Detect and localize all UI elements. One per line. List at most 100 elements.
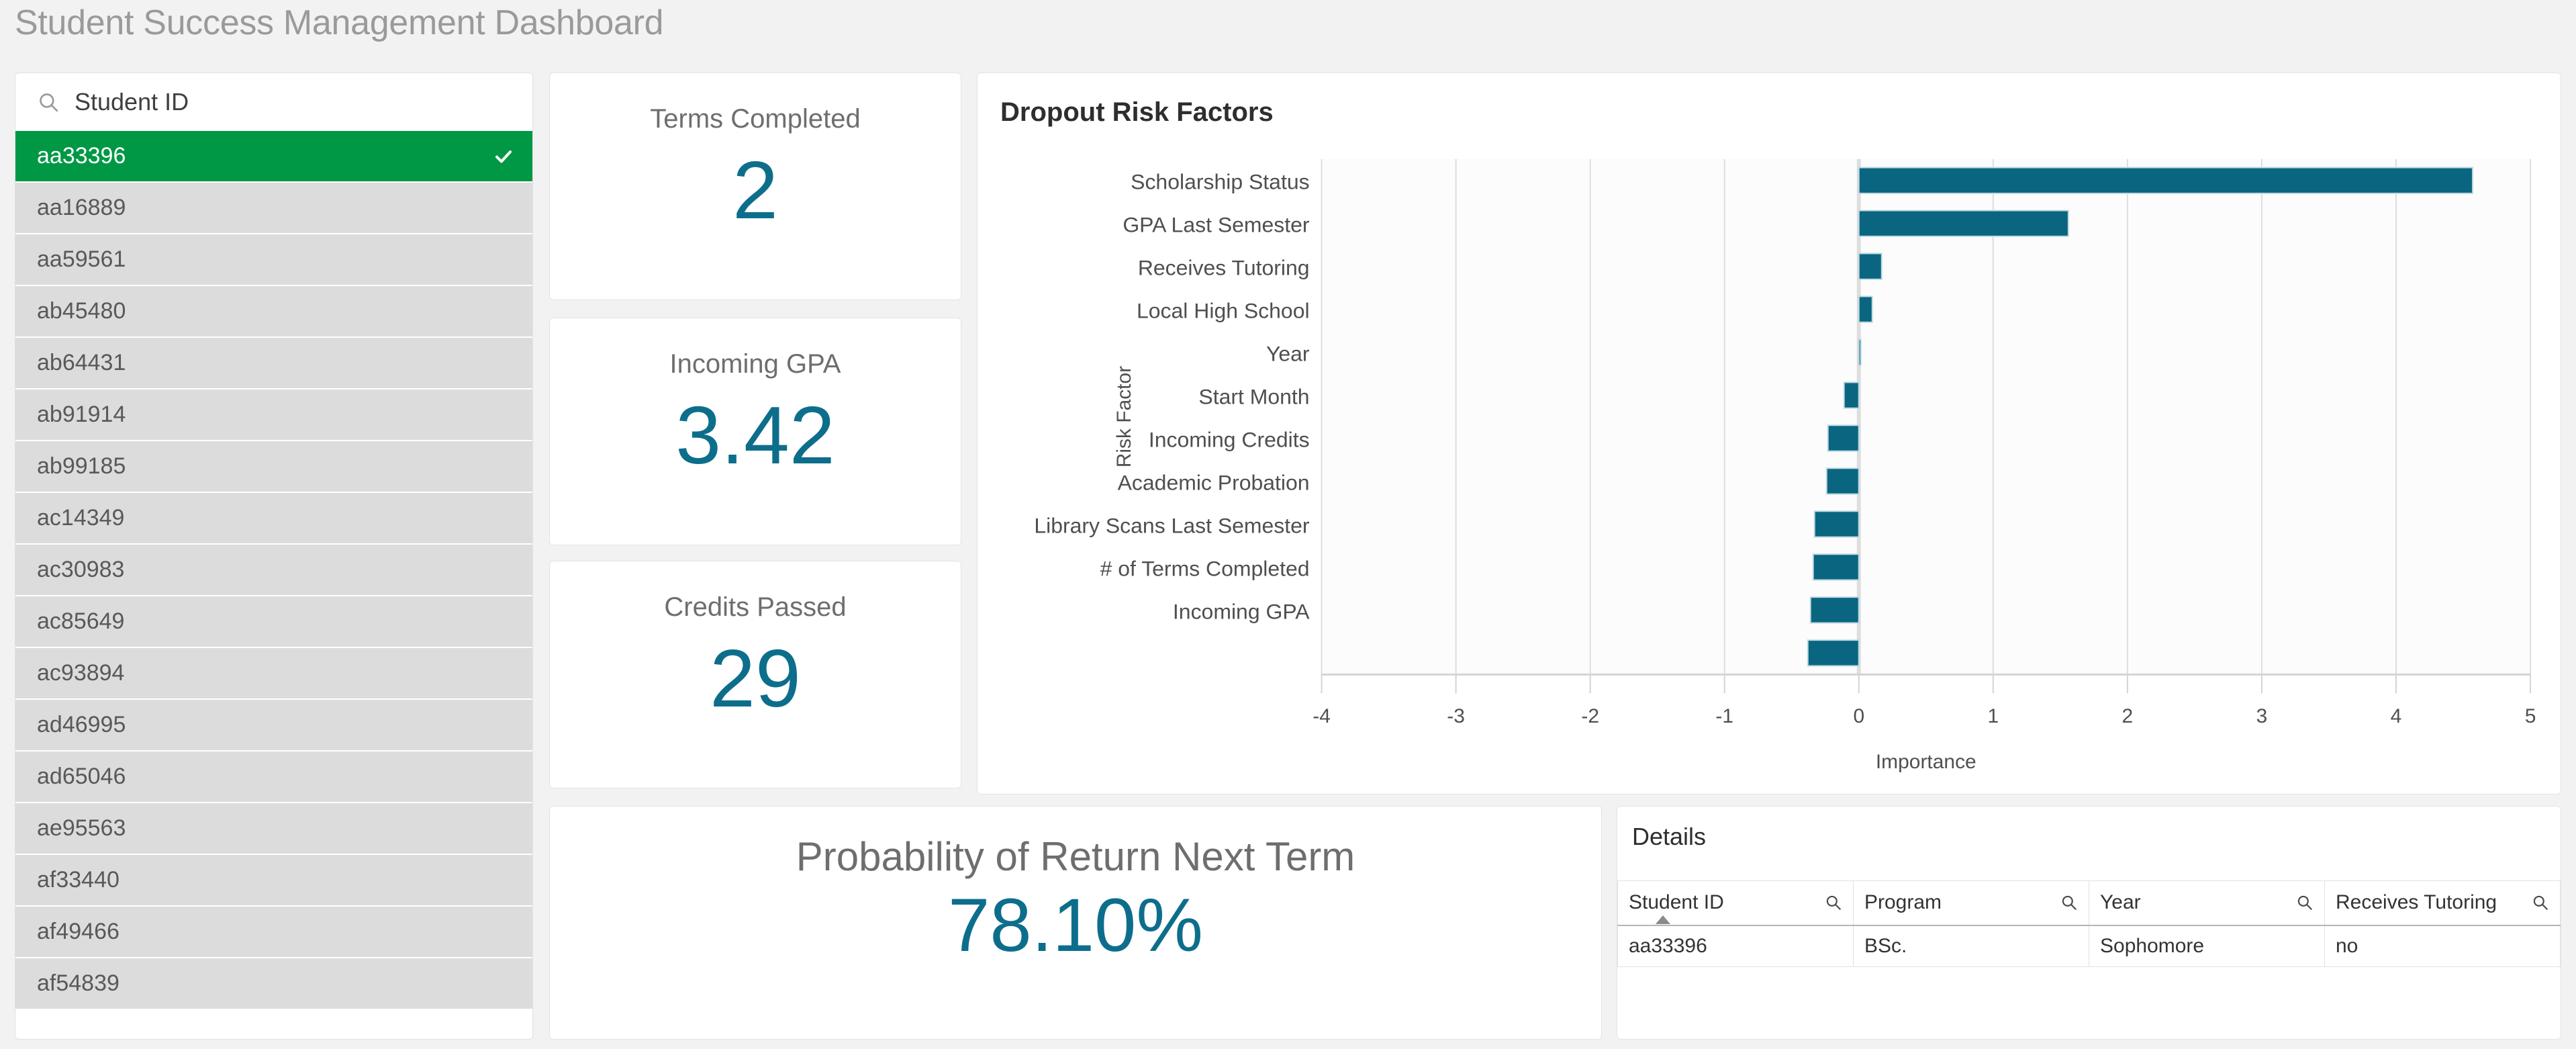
search-icon[interactable] xyxy=(2296,894,2313,911)
bar[interactable] xyxy=(1813,510,1860,538)
student-list-item[interactable]: ae95563 xyxy=(15,803,532,855)
y-axis-tick-label: Start Month xyxy=(1198,385,1309,409)
bar[interactable] xyxy=(1807,639,1860,667)
x-axis-tick-label: 3 xyxy=(2256,705,2268,727)
kpi-title-incoming-gpa: Incoming GPA xyxy=(669,349,841,379)
column-header-program[interactable]: Program xyxy=(1853,880,2089,926)
student-list-item[interactable]: ad65046 xyxy=(15,751,532,803)
kpi-card-terms-completed: Terms Completed 2 xyxy=(549,73,961,300)
kpi-title-credits-passed: Credits Passed xyxy=(664,592,847,622)
bar[interactable] xyxy=(1858,167,2474,194)
bar[interactable] xyxy=(1858,253,1882,280)
bar[interactable] xyxy=(1858,210,2069,237)
table-cell: BSc. xyxy=(1853,925,2089,967)
y-axis-tick-label: Local High School xyxy=(1137,299,1310,323)
table-cell: Sophomore xyxy=(2089,925,2325,967)
column-header-year[interactable]: Year xyxy=(2089,880,2325,926)
details-table: Student ID Program Year Receives Tutoring a… xyxy=(1617,880,2561,967)
details-title: Details xyxy=(1632,823,1707,850)
y-axis-tick-label: Year xyxy=(1266,342,1310,366)
kpi-title-terms-completed: Terms Completed xyxy=(650,104,861,134)
bar[interactable] xyxy=(1843,381,1860,409)
y-axis-tick-label: Scholarship Status xyxy=(1131,170,1309,194)
student-id-label: aa16889 xyxy=(37,195,126,220)
table-header-row: Student ID Program Year Receives Tutoring xyxy=(1617,880,2561,926)
column-header-label: Receives Tutoring xyxy=(2336,891,2497,914)
x-axis-tick-label: 1 xyxy=(1987,705,1999,727)
student-list-item[interactable]: af33440 xyxy=(15,855,532,907)
column-header-label: Program xyxy=(1864,891,1942,914)
bar[interactable] xyxy=(1858,338,1862,366)
search-icon[interactable] xyxy=(2532,894,2549,911)
dropout-risk-factors-chart-panel: Dropout Risk Factors Scholarship Status G… xyxy=(977,73,2561,794)
student-search-input[interactable] xyxy=(75,87,511,116)
y-axis-tick-label: Incoming Credits xyxy=(1149,428,1310,452)
student-id-label: aa59561 xyxy=(37,246,126,272)
column-header-label: Year xyxy=(2100,891,2141,914)
check-icon xyxy=(495,150,512,163)
table-cell: aa33396 xyxy=(1617,925,1854,967)
column-header-receives-tutoring[interactable]: Receives Tutoring xyxy=(2324,880,2561,926)
student-id-label: ab99185 xyxy=(37,453,126,479)
table-row[interactable]: aa33396 BSc. Sophomore no xyxy=(1617,925,2561,967)
student-id-label: ac85649 xyxy=(37,608,125,634)
student-list-item[interactable]: aa16889 xyxy=(15,183,532,234)
page-title: Student Success Management Dashboard xyxy=(15,3,664,42)
dropout-risk-factors-bar-chart[interactable]: Scholarship Status GPA Last Semester Recei… xyxy=(977,73,2561,794)
student-id-label: aa33396 xyxy=(37,143,126,169)
kpi-card-probability-of-return: Probability of Return Next Term 78.10% xyxy=(549,806,1602,1040)
student-list-item[interactable]: ac14349 xyxy=(15,493,532,545)
bar[interactable] xyxy=(1825,467,1860,495)
x-axis-tick-label: -2 xyxy=(1581,705,1599,727)
y-axis-tick-label: Incoming GPA xyxy=(1173,599,1310,623)
bar[interactable] xyxy=(1809,596,1860,624)
student-list-item[interactable]: ab64431 xyxy=(15,338,532,390)
student-id-label: ac30983 xyxy=(37,557,125,582)
kpi-card-incoming-gpa: Incoming GPA 3.42 xyxy=(549,318,961,545)
student-id-label: ab64431 xyxy=(37,350,126,375)
student-list-item[interactable]: ac85649 xyxy=(15,596,532,648)
student-id-label: ad65046 xyxy=(37,764,126,789)
x-axis-tick-label: -1 xyxy=(1715,705,1733,727)
student-id-label: ac93894 xyxy=(37,660,125,686)
student-list-item[interactable]: ab45480 xyxy=(15,286,532,338)
student-selector-panel: aa33396 aa16889 aa59561 ab45480 ab64431 ab919… xyxy=(15,73,533,1040)
x-axis-tick-label: 0 xyxy=(1853,705,1864,727)
student-list: aa33396 aa16889 aa59561 ab45480 ab64431 ab919… xyxy=(15,131,532,1010)
kpi-title-probability-of-return: Probability of Return Next Term xyxy=(796,834,1355,879)
student-list-item[interactable]: ac93894 xyxy=(15,648,532,700)
student-id-label: ab91914 xyxy=(37,402,126,427)
search-icon[interactable] xyxy=(2060,894,2078,911)
student-list-item[interactable]: ab91914 xyxy=(15,390,532,441)
y-axis-tick-label: GPA Last Semester xyxy=(1123,213,1310,237)
student-list-item[interactable]: ad46995 xyxy=(15,700,532,751)
column-header-label: Student ID xyxy=(1629,891,1724,914)
kpi-value-credits-passed: 29 xyxy=(710,633,801,724)
student-search-row[interactable] xyxy=(15,73,532,131)
table-body: aa33396 BSc. Sophomore no xyxy=(1617,925,2561,967)
student-id-label: ab45480 xyxy=(37,298,126,324)
table-cell: no xyxy=(2324,925,2561,967)
bar[interactable] xyxy=(1827,424,1860,452)
student-list-item[interactable]: af54839 xyxy=(15,958,532,1010)
x-axis-tick-label: -3 xyxy=(1447,705,1465,727)
x-axis-tick-label: 2 xyxy=(2122,705,2134,727)
student-id-label: af49466 xyxy=(37,919,120,944)
kpi-card-credits-passed: Credits Passed 29 xyxy=(549,561,961,788)
student-list-item[interactable]: ab99185 xyxy=(15,441,532,493)
student-list-item[interactable]: aa59561 xyxy=(15,234,532,286)
bar[interactable] xyxy=(1858,295,1873,323)
x-axis-tick-label: -4 xyxy=(1313,705,1331,727)
y-axis-tick-label: Academic Probation xyxy=(1118,470,1310,494)
student-list-item[interactable]: aa33396 xyxy=(15,131,532,183)
y-axis-tick-label: Library Scans Last Semester xyxy=(1034,513,1310,537)
column-header-student-id[interactable]: Student ID xyxy=(1617,880,1854,926)
student-list-item[interactable]: ac30983 xyxy=(15,545,532,596)
student-list-item[interactable]: af49466 xyxy=(15,907,532,958)
details-panel: Details Student ID Program Year Receives Tu… xyxy=(1617,806,2561,1040)
x-axis-title: Importance xyxy=(1876,751,1976,773)
search-icon[interactable] xyxy=(1825,894,1842,911)
kpi-value-incoming-gpa: 3.42 xyxy=(675,390,835,481)
student-id-label: ac14349 xyxy=(37,505,125,531)
bar[interactable] xyxy=(1812,553,1860,581)
